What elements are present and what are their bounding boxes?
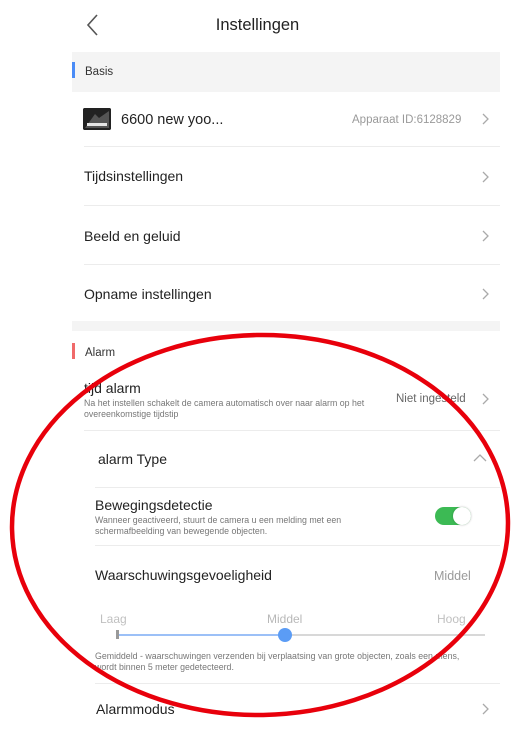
chevron-right-icon — [482, 703, 489, 715]
sensitivity-label: Waarschuwingsgevoeligheid — [95, 567, 272, 583]
chevron-right-icon — [482, 113, 489, 125]
motion-detection-toggle[interactable] — [435, 507, 471, 525]
motion-detection-description: Wanneer geactiveerd, stuurt de camera u … — [95, 515, 342, 536]
sensitivity-level-medium[interactable]: Middel — [267, 612, 302, 626]
alarm-type-label: alarm Type — [98, 451, 167, 467]
device-name: 6600 new yoo... — [121, 112, 224, 128]
row-opname-instellingen-label: Opname instellingen — [84, 286, 212, 302]
divider — [95, 487, 500, 488]
section-basis — [72, 52, 500, 92]
alarm-accent-bar — [72, 343, 75, 359]
alarm-mode-label: Alarmmodus — [96, 701, 175, 717]
chevron-up-icon[interactable] — [472, 452, 488, 464]
sensitivity-level-low[interactable]: Laag — [100, 612, 127, 626]
section-spacer — [72, 321, 500, 331]
chevron-right-icon — [482, 230, 489, 242]
chevron-right-icon — [482, 288, 489, 300]
motion-detection-title: Bewegingsdetectie — [95, 497, 213, 513]
basis-accent-bar — [72, 62, 75, 78]
time-alarm-description: Na het instellen schakelt de camera auto… — [84, 398, 365, 419]
slider-handle[interactable] — [278, 628, 292, 642]
time-alarm-title: tijd alarm — [84, 380, 141, 396]
sensitivity-level-high[interactable]: Hoog — [437, 612, 466, 626]
slider-tick-low — [116, 630, 119, 639]
slider-fill — [118, 634, 285, 636]
section-alarm-label: Alarm — [85, 347, 116, 359]
sensitivity-description: Gemiddeld - waarschuwingen verzenden bij… — [95, 651, 460, 672]
page-title: Instellingen — [215, 16, 300, 34]
divider — [95, 545, 500, 546]
camera-thumbnail-icon — [83, 108, 111, 130]
row-tijdsinstellingen-label: Tijdsinstellingen — [84, 168, 184, 184]
toggle-knob — [453, 507, 471, 525]
row-beeld-en-geluid-label: Beeld en geluid — [84, 228, 181, 244]
section-basis-label: Basis — [85, 66, 114, 78]
sensitivity-value: Middel — [434, 569, 471, 583]
device-id: Apparaat ID:6128829 — [352, 114, 462, 126]
time-alarm-value: Niet ingesteld — [396, 393, 466, 405]
device-thumbnail — [83, 108, 111, 130]
chevron-right-icon — [482, 171, 489, 183]
chevron-right-icon — [482, 393, 489, 405]
